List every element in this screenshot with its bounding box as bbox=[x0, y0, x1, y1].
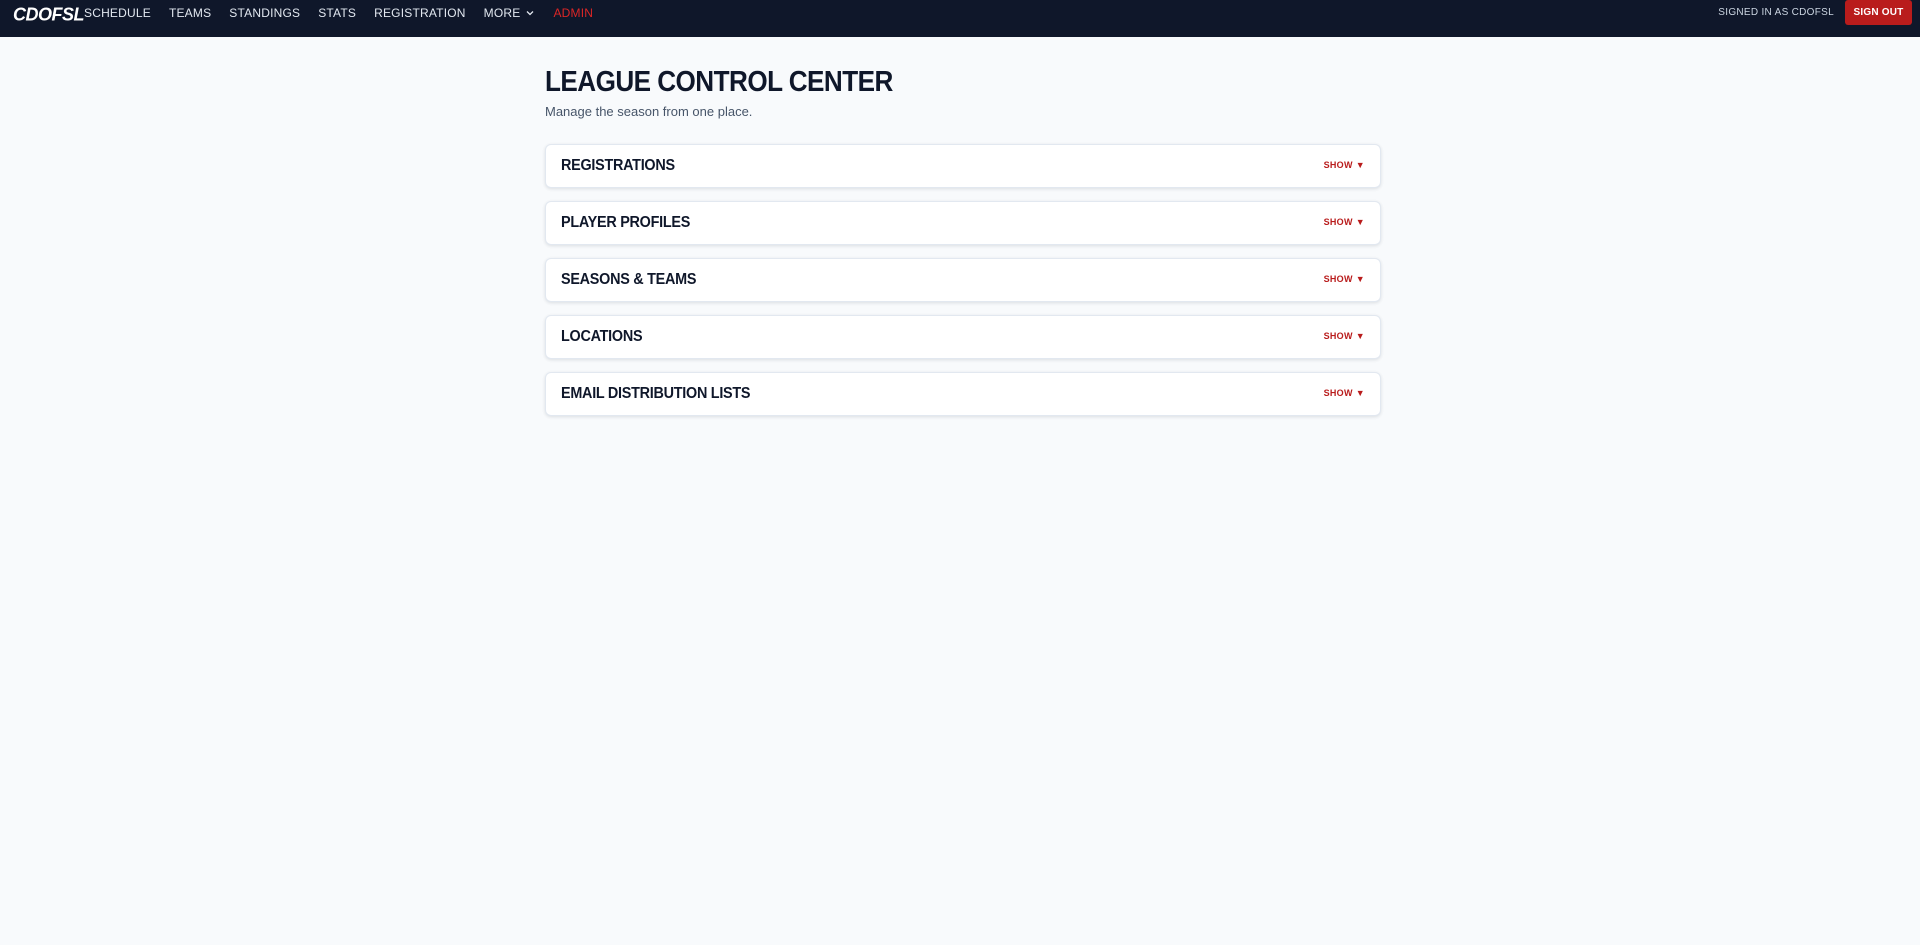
panel-toggle[interactable]: SHOW ▼ bbox=[1324, 388, 1365, 398]
nav-schedule[interactable]: SCHEDULE bbox=[84, 6, 151, 20]
chevron-down-icon bbox=[526, 10, 534, 15]
nav-registration[interactable]: REGISTRATION bbox=[374, 6, 466, 20]
signed-in-status: SIGNED IN AS CDOFSL bbox=[1718, 7, 1834, 18]
panel-registrations[interactable]: REGISTRATIONS SHOW ▼ bbox=[545, 144, 1381, 188]
panel-seasons-teams[interactable]: SEASONS & TEAMS SHOW ▼ bbox=[545, 258, 1381, 302]
panel-toggle[interactable]: SHOW ▼ bbox=[1324, 274, 1365, 284]
triangle-down-icon: ▼ bbox=[1355, 160, 1365, 170]
nav-more-label: MORE bbox=[483, 5, 521, 20]
panel-toggle[interactable]: SHOW ▼ bbox=[1324, 217, 1365, 227]
page-title: LEAGUE CONTROL CENTER bbox=[545, 66, 893, 98]
panel-locations[interactable]: LOCATIONS SHOW ▼ bbox=[545, 315, 1381, 359]
panel-title: SEASONS & TEAMS bbox=[561, 271, 697, 288]
sign-out-button[interactable]: SIGN OUT bbox=[1845, 0, 1912, 25]
panel-toggle-label: SHOW bbox=[1323, 217, 1353, 227]
main-nav: SCHEDULE TEAMS STANDINGS STATS REGISTRAT… bbox=[84, 0, 611, 25]
top-navbar: CDOFSL SCHEDULE TEAMS STANDINGS STATS RE… bbox=[0, 0, 1920, 37]
admin-panels: REGISTRATIONS SHOW ▼ PLAYER PROFILES SHOW… bbox=[545, 144, 1381, 416]
nav-stats[interactable]: STATS bbox=[318, 6, 356, 20]
nav-more[interactable]: MORE bbox=[484, 6, 536, 20]
triangle-down-icon: ▼ bbox=[1355, 331, 1365, 341]
brand-logo[interactable]: CDOFSL bbox=[13, 3, 85, 25]
triangle-down-icon: ▼ bbox=[1355, 274, 1365, 284]
triangle-down-icon: ▼ bbox=[1355, 388, 1365, 398]
nav-standings[interactable]: STANDINGS bbox=[229, 6, 300, 20]
panel-toggle[interactable]: SHOW ▼ bbox=[1324, 331, 1365, 341]
nav-teams[interactable]: TEAMS bbox=[169, 6, 211, 20]
panel-toggle-label: SHOW bbox=[1323, 160, 1353, 170]
panel-title: REGISTRATIONS bbox=[561, 157, 675, 174]
panel-toggle-label: SHOW bbox=[1323, 388, 1353, 398]
panel-toggle[interactable]: SHOW ▼ bbox=[1324, 160, 1365, 170]
panel-toggle-label: SHOW bbox=[1323, 274, 1353, 284]
panel-player-profiles[interactable]: PLAYER PROFILES SHOW ▼ bbox=[545, 201, 1381, 245]
panel-title: PLAYER PROFILES bbox=[561, 214, 691, 231]
main-content: LEAGUE CONTROL CENTER Manage the season … bbox=[545, 62, 1381, 429]
nav-admin[interactable]: ADMIN bbox=[553, 6, 593, 20]
panel-title: LOCATIONS bbox=[561, 328, 643, 345]
triangle-down-icon: ▼ bbox=[1355, 217, 1365, 227]
panel-toggle-label: SHOW bbox=[1323, 331, 1353, 341]
page-subtitle: Manage the season from one place. bbox=[545, 104, 753, 119]
panel-title: EMAIL DISTRIBUTION LISTS bbox=[561, 385, 751, 402]
panel-email-distribution-lists[interactable]: EMAIL DISTRIBUTION LISTS SHOW ▼ bbox=[545, 372, 1381, 416]
